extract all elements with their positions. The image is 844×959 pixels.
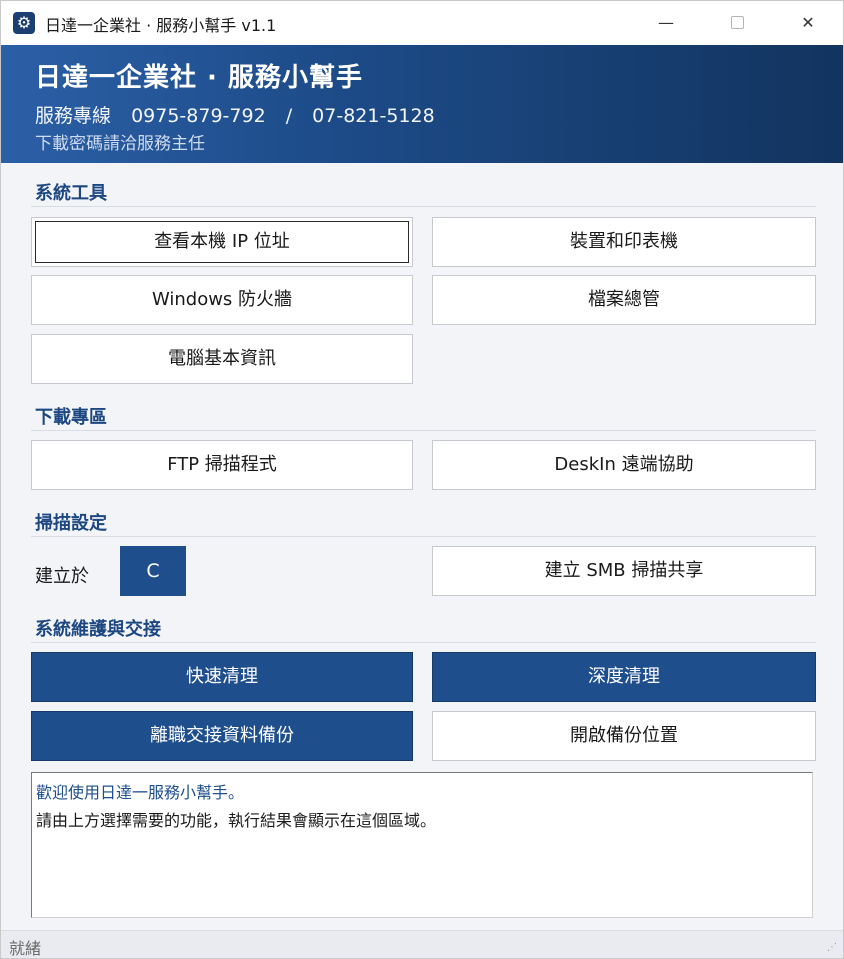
- file-explorer-button[interactable]: 檔案總管: [432, 275, 816, 325]
- windows-firewall-button[interactable]: Windows 防火牆: [31, 275, 413, 325]
- window-title: 日達一企業社 · 服務小幫手 v1.1: [45, 16, 277, 35]
- section-divider: [31, 536, 816, 537]
- deep-clean-button[interactable]: 深度清理: [432, 652, 816, 702]
- title-bar[interactable]: ⚙ 日達一企業社 · 服務小幫手 v1.1 — ✕: [1, 1, 843, 45]
- phone-number-2: 07-821-5128: [312, 105, 435, 127]
- ftp-scan-download-button[interactable]: FTP 掃描程式: [31, 440, 413, 490]
- gear-icon: ⚙: [13, 12, 35, 34]
- service-phone-line: 服務專線 0975-879-792 / 07-821-5128: [35, 101, 449, 128]
- system-info-button[interactable]: 電腦基本資訊: [31, 334, 413, 384]
- maximize-button[interactable]: [702, 1, 772, 45]
- minimize-button[interactable]: —: [631, 1, 701, 45]
- devices-printers-button[interactable]: 裝置和印表機: [432, 217, 816, 267]
- handover-backup-button[interactable]: 離職交接資料備份: [31, 711, 413, 761]
- download-password-note: 下載密碼請洽服務主任: [35, 134, 205, 154]
- section-divider: [31, 642, 816, 643]
- status-text: 就緒: [9, 939, 42, 958]
- header-banner: 日達一企業社 · 服務小幫手 服務專線 0975-879-792 / 07-82…: [1, 45, 843, 163]
- view-ip-button[interactable]: 查看本機 IP 位址: [31, 217, 413, 267]
- log-line: 歡迎使用日達一服務小幫手。: [36, 783, 245, 802]
- log-line: 請由上方選擇需要的功能，執行結果會顯示在這個區域。: [36, 811, 437, 830]
- open-backup-location-button[interactable]: 開啟備份位置: [432, 711, 816, 761]
- maximize-icon: [730, 15, 744, 29]
- create-on-label: 建立於: [35, 566, 89, 587]
- section-title-maintenance: 系統維護與交接: [35, 619, 161, 640]
- drive-selector[interactable]: C: [120, 546, 186, 596]
- section-title-scan-settings: 掃描設定: [35, 513, 107, 534]
- status-bar: 就緒 ⋰: [1, 930, 843, 958]
- app-window: ⚙ 日達一企業社 · 服務小幫手 v1.1 — ✕ 日達一企業社 · 服務小幫手…: [0, 0, 844, 959]
- section-divider: [31, 206, 816, 207]
- phone-label: 服務專線: [35, 105, 112, 127]
- section-title-downloads: 下載專區: [35, 407, 107, 428]
- header-title: 日達一企業社 · 服務小幫手: [35, 63, 363, 93]
- resize-grip-icon[interactable]: ⋰: [827, 942, 839, 954]
- close-button[interactable]: ✕: [773, 1, 843, 45]
- phone-separator: /: [285, 105, 293, 127]
- section-divider: [31, 430, 816, 431]
- quick-clean-button[interactable]: 快速清理: [31, 652, 413, 702]
- phone-number-1: 0975-879-792: [131, 105, 266, 127]
- deskin-remote-button[interactable]: DeskIn 遠端協助: [432, 440, 816, 490]
- create-smb-share-button[interactable]: 建立 SMB 掃描共享: [432, 546, 816, 596]
- output-log[interactable]: 歡迎使用日達一服務小幫手。 請由上方選擇需要的功能，執行結果會顯示在這個區域。: [31, 772, 813, 918]
- section-title-system-tools: 系統工具: [35, 183, 107, 204]
